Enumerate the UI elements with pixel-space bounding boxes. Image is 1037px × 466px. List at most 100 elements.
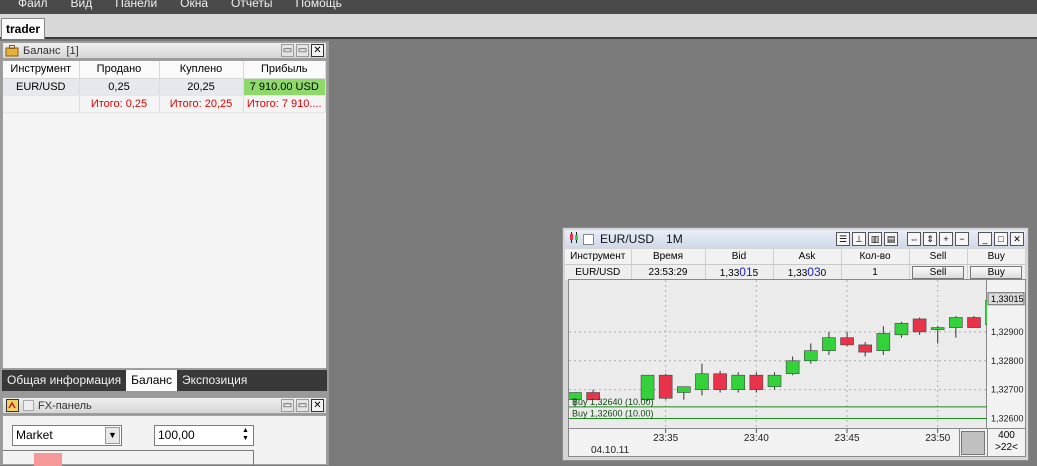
zoom-out-icon[interactable]: − [955,232,969,246]
menu-help[interactable]: Помощь [296,0,342,10]
chart-scroll-box[interactable] [960,429,987,457]
candle-body [767,374,782,388]
time-axis[interactable]: 23:35 23:40 23:45 23:50 04.10.11 [568,429,960,457]
minimize-icon[interactable]: ▭ [281,44,294,57]
stepper-arrows-icon[interactable]: ▲ ▼ [240,427,251,443]
cell-instrument: EUR/USD [3,78,80,96]
col-instrument[interactable]: Инструмент [3,61,80,79]
total-profit: Итого: 7 910.... [243,95,326,113]
tab-general-info[interactable]: Общая информация [2,370,126,391]
col-bid: Bid [705,249,774,265]
x-tick-label: 23:35 [653,433,678,444]
quote-header: Инструмент Время Bid Ask Кол-во Sell Buy… [565,249,1026,280]
fx-divider [3,450,253,451]
menu-file[interactable]: Файл [18,0,48,10]
fit-width-icon[interactable]: ⇔ [907,232,921,246]
table-view-icon[interactable]: ☰ [836,232,850,246]
workspace-tabstrip: trader [0,14,1037,39]
sell-indicator[interactable] [34,453,62,466]
chart-timeframe[interactable]: 1M [666,232,683,246]
minimize-icon[interactable]: _ [978,232,992,246]
quantity-stepper[interactable]: 100,00 ▲ ▼ [154,425,254,446]
candle-body [822,337,836,351]
candle-body [912,318,927,333]
y-tick-label: 1,32900 [991,327,1024,337]
briefcase-icon [5,44,19,57]
time-axis-svg: 23:35 23:40 23:45 23:50 04.10.11 [591,429,951,456]
candle-body [967,317,981,328]
menu-windows[interactable]: Окна [180,0,208,10]
chart-plot-area[interactable]: Buy 1,32640 (10.00) Buy 1,32600 (10.00) [568,279,999,430]
order-type-value: Market [16,428,53,442]
tab-exposure[interactable]: Экспозиция [177,370,252,391]
fx-panel-titlebar: FX-панель ▭ ▭ ✕ [2,397,327,414]
tab-balance[interactable]: Баланс [126,370,177,391]
save-chart-icon[interactable]: ▤ [884,232,898,246]
zoom-in-icon[interactable]: + [939,232,953,246]
zoom-box[interactable]: 400 >22< [987,429,1026,457]
candle-body [731,374,746,390]
indicator-icon[interactable]: ▥ [868,232,882,246]
maximize-icon[interactable]: ▭ [296,44,309,57]
buy-button[interactable]: Buy [970,265,1023,279]
quote-instrument: EUR/USD [565,264,632,280]
chart-link-checkbox[interactable] [583,233,594,245]
zoom-label: >22< [995,442,1018,453]
maximize-icon[interactable]: □ [994,232,1008,246]
balance-table-area: Инструмент Продано Куплено Прибыль EUR/U… [2,60,327,369]
candle-body [695,373,709,390]
candle-body [949,317,963,328]
order-label: Buy 1,32600 (10.00) [572,408,654,418]
quote-bid: 1,33015 [705,264,774,280]
candle-body [658,374,673,399]
candle-body [858,344,872,353]
col-qty: Кол-во [841,249,910,265]
col-sold[interactable]: Продано [79,61,160,79]
fx-panel-checkbox[interactable] [23,400,34,411]
y-tick-label: 1,32800 [991,356,1024,366]
order-type-select[interactable]: Market ▼ [12,425,122,446]
col-ask: Ask [773,249,842,265]
menu-view[interactable]: Вид [71,0,93,10]
date-label: 04.10.11 [591,445,630,456]
quote-sell-cell: Sell [909,264,968,280]
y-tick-label: 1,32700 [991,385,1024,395]
chevron-down-icon[interactable]: ▼ [105,427,120,444]
quote-buy-cell: Buy [967,264,1026,280]
col-profit[interactable]: Прибыль [243,61,326,79]
scroll-knob[interactable] [961,431,985,455]
fit-height-icon[interactable]: ⇕ [923,232,937,246]
close-icon[interactable]: ✕ [311,44,324,57]
col-buy: Buy [967,249,1026,265]
quote-time: 23:53:29 [631,264,706,280]
totals-row: Итого: 0,25 Итого: 20,25 Итого: 7 910...… [3,95,326,113]
menu-reports[interactable]: Отчеты [231,0,272,10]
close-icon[interactable]: ✕ [1010,232,1024,246]
price-axis[interactable]: 1,32600 1,32700 1,32800 1,32900 1,33015 [987,279,1026,429]
sell-button[interactable]: Sell [912,265,964,279]
cell-bought: 20,25 [159,78,244,96]
col-instrument: Инструмент [565,249,632,265]
close-icon[interactable]: ✕ [311,399,324,412]
fx-panel-icon [5,399,19,412]
total-bought: Итого: 20,25 [159,95,244,113]
balance-table: Инструмент Продано Куплено Прибыль EUR/U… [3,61,326,113]
bid-suffix: 5 [752,268,759,280]
col-bought[interactable]: Куплено [159,61,244,79]
axes-icon[interactable]: ⊥ [852,232,866,246]
col-sell: Sell [909,249,968,265]
chart-symbol: EUR/USD [600,232,655,246]
quote-row[interactable]: EUR/USD 23:53:29 1,33015 1,33030 1 Sell … [565,264,1026,280]
quote-qty: 1 [841,264,910,280]
candle-body [803,350,818,362]
zoom-value: 400 [998,430,1015,441]
chart-titlebar: EUR/USD 1M ☰ ⊥ ▥ ▤ ⇔ ⇕ + − _ □ ✕ [565,230,1026,248]
candlestick-chart[interactable]: Buy 1,32640 (10.00)Buy 1,32600 (10.00) [568,280,999,430]
table-row[interactable]: EUR/USD 0,25 20,25 7 910.00 USD [3,78,326,96]
cell-profit: 7 910.00 USD [243,78,326,96]
workspace-tab-trader[interactable]: trader [1,18,46,39]
menu-panels[interactable]: Панели [115,0,157,10]
balance-panel-count: [1] [66,44,79,57]
maximize-icon[interactable]: ▭ [296,399,309,412]
minimize-icon[interactable]: ▭ [281,399,294,412]
